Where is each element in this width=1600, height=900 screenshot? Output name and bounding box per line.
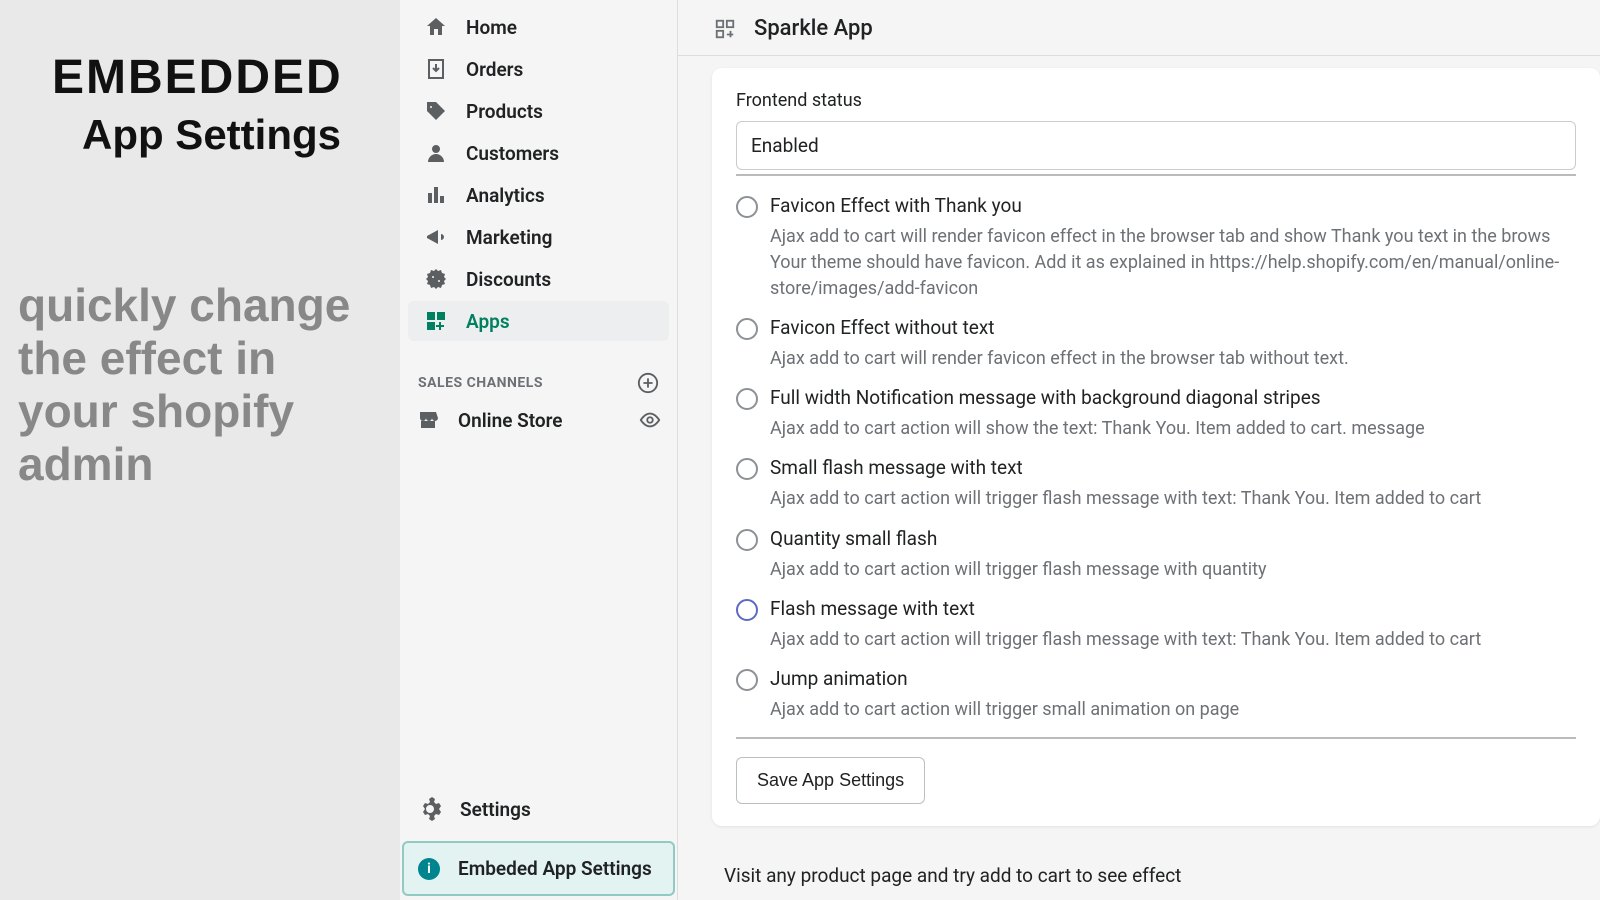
nav-orders[interactable]: Orders [408,49,669,89]
nav-label: Apps [466,310,510,333]
sidebar: Home Orders Products Customers Analytics… [400,0,678,900]
apps-icon [424,309,448,333]
info-icon: i [418,858,440,880]
option-label: Small flash message with text [770,456,1023,479]
channel-online-store[interactable]: Online Store [400,400,677,440]
option-label: Quantity small flash [770,527,937,550]
save-section: Save App Settings [736,737,1576,804]
gear-icon [418,797,442,821]
sales-channels-label: SALES CHANNELS [418,375,543,391]
option-desc: Ajax add to cart action will trigger fla… [770,627,1576,653]
app-grid-icon [714,18,736,40]
view-store-icon[interactable] [639,409,661,431]
radio-icon[interactable] [736,669,758,691]
nav-label: Marketing [466,226,552,249]
frontend-status-select[interactable]: Enabled [736,121,1576,170]
option-desc: Ajax add to cart will render favicon eff… [770,346,1576,372]
discounts-icon [424,267,448,291]
option-desc: Ajax add to cart action will show the te… [770,416,1576,442]
option-desc: Ajax add to cart action will trigger sma… [770,697,1576,723]
radio-icon[interactable] [736,599,758,621]
nav-apps[interactable]: Apps [408,301,669,341]
customers-icon [424,141,448,165]
callout-text: Embeded App Settings [458,857,652,880]
analytics-icon [424,183,448,207]
add-channel-icon[interactable] [637,372,659,394]
sales-channels-header: SALES CHANNELS [400,362,677,400]
option-favicon-thankyou[interactable]: Favicon Effect with Thank you [736,194,1576,218]
radio-icon[interactable] [736,388,758,410]
nav-label: Analytics [466,184,545,207]
option-fullwidth-notification[interactable]: Full width Notification message with bac… [736,386,1576,410]
products-icon [424,99,448,123]
nav-home[interactable]: Home [408,7,669,47]
radio-icon[interactable] [736,458,758,480]
main-content: Sparkle App Frontend status Enabled Favi… [678,0,1600,900]
option-jump-animation[interactable]: Jump animation [736,667,1576,691]
option-label: Favicon Effect with Thank you [770,194,1022,217]
sidebar-bottom: Settings i Embeded App Settings [400,787,677,900]
promo-panel: EMBEDDED App Settings quickly change the… [0,0,400,900]
option-desc: Ajax add to cart will render favicon eff… [770,224,1576,302]
store-icon [416,408,440,432]
radio-icon[interactable] [736,318,758,340]
option-label: Full width Notification message with bac… [770,386,1321,409]
embedded-app-settings-callout[interactable]: i Embeded App Settings [402,841,675,896]
footer-note: Visit any product page and try add to ca… [724,864,1600,887]
channel-label: Online Store [458,409,563,432]
promo-title-2: App Settings [82,111,382,159]
option-quantity-flash[interactable]: Quantity small flash [736,527,1576,551]
nav-products[interactable]: Products [408,91,669,131]
option-label: Favicon Effect without text [770,316,995,339]
nav-analytics[interactable]: Analytics [408,175,669,215]
save-app-settings-button[interactable]: Save App Settings [736,757,925,804]
option-small-flash-text[interactable]: Small flash message with text [736,456,1576,480]
content-area: Frontend status Enabled Favicon Effect w… [678,56,1600,900]
nav-customers[interactable]: Customers [408,133,669,173]
promo-title-1: EMBEDDED [52,50,382,105]
option-label: Jump animation [770,667,908,690]
option-flash-text[interactable]: Flash message with text [736,597,1576,621]
settings-card: Frontend status Enabled Favicon Effect w… [712,68,1600,826]
radio-icon[interactable] [736,529,758,551]
option-desc: Ajax add to cart action will trigger fla… [770,557,1576,583]
effect-options: Favicon Effect with Thank you Ajax add t… [736,174,1576,723]
nav-marketing[interactable]: Marketing [408,217,669,257]
home-icon [424,15,448,39]
marketing-icon [424,225,448,249]
nav-label: Home [466,16,517,39]
option-desc: Ajax add to cart action will trigger fla… [770,486,1576,512]
option-favicon-notext[interactable]: Favicon Effect without text [736,316,1576,340]
frontend-status-select-wrap: Enabled [736,121,1576,170]
promo-subtitle: quickly change the effect in your shopif… [18,279,382,491]
nav-label: Orders [466,58,523,81]
app-header: Sparkle App [678,0,1600,56]
radio-icon[interactable] [736,196,758,218]
nav-label: Discounts [466,268,551,291]
nav-label: Customers [466,142,559,165]
nav-settings[interactable]: Settings [400,787,677,831]
settings-label: Settings [460,798,531,821]
orders-icon [424,57,448,81]
frontend-status-label: Frontend status [736,90,1576,111]
option-label: Flash message with text [770,597,975,620]
nav-discounts[interactable]: Discounts [408,259,669,299]
nav-label: Products [466,100,543,123]
app-title: Sparkle App [754,16,873,41]
